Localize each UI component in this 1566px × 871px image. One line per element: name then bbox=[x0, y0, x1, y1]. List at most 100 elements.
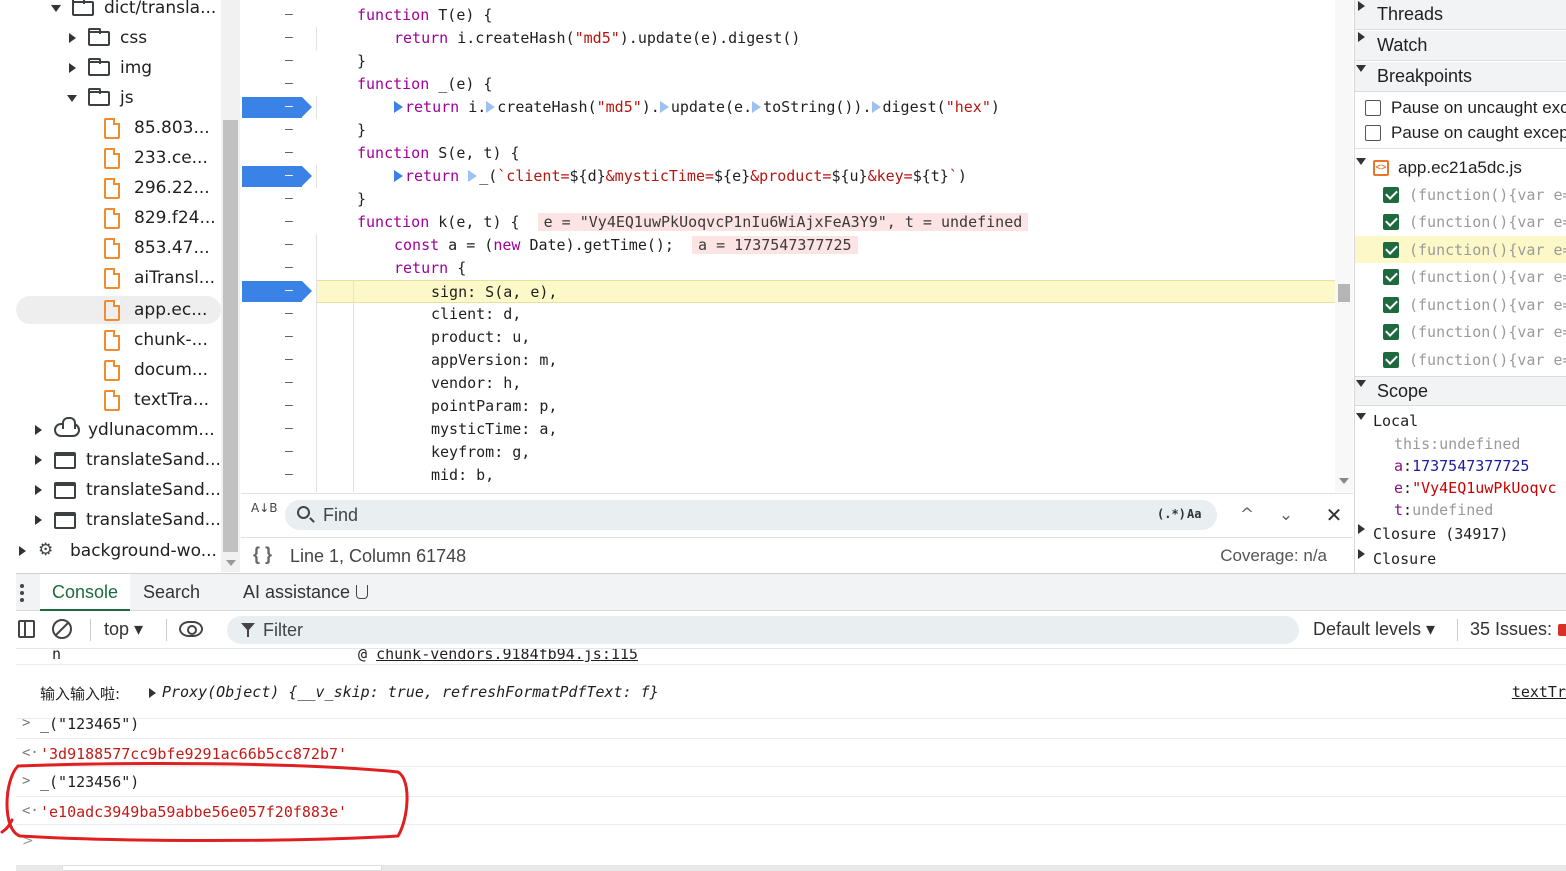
line-gutter[interactable]: – – – – – – – – – – – – – – – – – – – – – bbox=[241, 0, 317, 492]
inline-breakpoint-icon[interactable] bbox=[871, 101, 881, 113]
clear-console-icon[interactable] bbox=[52, 619, 72, 639]
gutter-line[interactable]: – bbox=[241, 165, 317, 188]
expand-arrow-icon[interactable] bbox=[66, 62, 78, 74]
breakpoint-checkbox[interactable] bbox=[1383, 186, 1399, 203]
code-line[interactable]: function k(e, t) { e = "Vy4EQ1uwPkUoqvcP… bbox=[316, 211, 1336, 234]
inline-breakpoint-icon[interactable] bbox=[486, 101, 496, 113]
breakpoint-checkbox[interactable] bbox=[1383, 351, 1399, 368]
gutter-line[interactable]: – bbox=[241, 27, 317, 50]
find-input[interactable] bbox=[323, 504, 1143, 526]
console-output[interactable]: n @ chunk-vendors.9184fb94.js:115 输入输入啦: Pr… bbox=[16, 649, 1566, 871]
pause-caught-checkbox[interactable] bbox=[1365, 125, 1381, 141]
file-tree-scroll-thumb[interactable] bbox=[223, 120, 238, 552]
more-tools-icon[interactable] bbox=[20, 584, 24, 605]
console-filter-input[interactable] bbox=[263, 619, 1263, 641]
scope-variable[interactable]: a: 1737547377725 bbox=[1355, 455, 1566, 477]
code-line[interactable]: } bbox=[316, 50, 1336, 73]
gutter-line[interactable]: – bbox=[241, 257, 317, 280]
code-line[interactable]: } bbox=[316, 119, 1336, 142]
tree-item-file[interactable]: 85.803... bbox=[16, 114, 221, 142]
find-previous-button[interactable]: ^ bbox=[1233, 502, 1261, 530]
code-line[interactable]: return _(`client=${d}&mysticTime=${e}&pr… bbox=[316, 165, 1336, 188]
tree-item-frame[interactable]: translateSand... bbox=[16, 476, 221, 504]
gutter-line[interactable]: – bbox=[241, 464, 317, 487]
console-scroll-thumb[interactable] bbox=[62, 865, 382, 871]
find-box[interactable]: (.*) Aa bbox=[285, 500, 1217, 530]
gutter-line[interactable]: – bbox=[241, 372, 317, 395]
breakpoint-checkbox[interactable] bbox=[1383, 324, 1399, 340]
console-message[interactable]: <·'e10adc3949ba59abbe56e057f20f883e' bbox=[16, 797, 1566, 825]
expand-arrow-icon[interactable] bbox=[66, 32, 78, 44]
gutter-line[interactable]: – bbox=[241, 280, 317, 303]
tree-item-folder[interactable]: dict/transla... bbox=[16, 0, 221, 22]
code-line[interactable]: function S(e, t) { bbox=[316, 142, 1336, 165]
breakpoint-checkbox[interactable] bbox=[1383, 296, 1399, 313]
code-line[interactable]: mid: b, bbox=[316, 464, 1336, 487]
tree-item-frame[interactable]: translateSand... bbox=[16, 446, 221, 474]
code-line[interactable]: return { bbox=[316, 257, 1336, 280]
expand-arrow-icon[interactable] bbox=[32, 484, 44, 496]
breakpoint-checkbox[interactable] bbox=[1383, 269, 1399, 285]
match-case-toggle[interactable]: Aa bbox=[1187, 507, 1201, 521]
expand-arrow-icon[interactable] bbox=[32, 424, 44, 436]
scroll-down-arrow-icon[interactable] bbox=[226, 560, 236, 566]
console-horizontal-scrollbar[interactable] bbox=[16, 865, 1566, 871]
gutter-line[interactable]: – bbox=[241, 96, 317, 119]
console-object-preview[interactable]: Proxy(Object) {__v_skip: true, refreshFo… bbox=[162, 683, 659, 701]
breakpoint-checkbox[interactable] bbox=[1383, 214, 1399, 230]
scope-closure-row[interactable]: Closure bbox=[1355, 548, 1566, 570]
live-expression-eye-icon[interactable] bbox=[179, 621, 203, 637]
scope-local-header[interactable]: Local bbox=[1355, 410, 1566, 432]
find-close-button[interactable]: ✕ bbox=[1320, 502, 1348, 530]
breakpoint-entry[interactable]: (function(){var e= bbox=[1355, 291, 1566, 318]
log-levels-dropdown[interactable]: Default levels ▾ bbox=[1313, 619, 1435, 640]
code-line[interactable]: } bbox=[316, 188, 1336, 211]
code-line[interactable]: vendor: h, bbox=[316, 372, 1336, 395]
code-line[interactable]: function T(e) { bbox=[316, 4, 1336, 27]
threads-section-header[interactable]: Threads bbox=[1355, 0, 1566, 30]
stack-frame-link[interactable]: chunk-vendors.9184fb94.js:115 bbox=[376, 649, 638, 663]
code-line[interactable]: appVersion: m, bbox=[316, 349, 1336, 372]
tree-item-file[interactable]: docum... bbox=[16, 356, 221, 384]
collapse-arrow-icon[interactable] bbox=[50, 2, 62, 14]
gutter-line[interactable]: – bbox=[241, 50, 317, 73]
gutter-line[interactable]: – bbox=[241, 234, 317, 257]
pause-uncaught-checkbox[interactable] bbox=[1365, 100, 1381, 116]
tab-ai-assistance[interactable]: AI assistance bbox=[231, 574, 380, 611]
gutter-line[interactable]: – bbox=[241, 73, 317, 96]
pause-uncaught-option[interactable]: Pause on uncaught exc bbox=[1355, 95, 1566, 121]
breakpoint-file-row[interactable]: <> app.ec21a5dc.js bbox=[1355, 155, 1566, 181]
watch-section-header[interactable]: Watch bbox=[1355, 31, 1566, 61]
breakpoint-marker[interactable]: – bbox=[242, 166, 312, 187]
gutter-line[interactable]: – bbox=[241, 142, 317, 165]
inline-breakpoint-icon[interactable] bbox=[659, 101, 669, 113]
tree-item-file[interactable]: aiTransl... bbox=[16, 264, 221, 292]
context-selector[interactable]: top ▾ bbox=[104, 619, 143, 640]
code-line[interactable]: pointParam: p, bbox=[316, 395, 1336, 418]
code-editor[interactable]: – – – – – – – – – – – – – – – – – – – – – function T(e) { ret… bbox=[241, 0, 1353, 492]
console-source-link[interactable]: textTr bbox=[1512, 683, 1566, 701]
regex-toggle[interactable]: (.*) bbox=[1157, 507, 1186, 521]
code-line[interactable]: function _(e) { bbox=[316, 73, 1336, 96]
coverage-status[interactable]: Coverage: n/a bbox=[1220, 546, 1327, 566]
scope-variable[interactable]: t: undefined bbox=[1355, 499, 1566, 521]
tree-item-folder[interactable]: img bbox=[16, 54, 221, 82]
collapse-arrow-icon[interactable] bbox=[66, 92, 78, 104]
inline-breakpoint-icon[interactable] bbox=[394, 170, 403, 182]
pretty-print-icon[interactable]: { } bbox=[253, 544, 272, 565]
tree-item-file[interactable]: chunk-... bbox=[16, 326, 221, 354]
console-message[interactable]: > _("123456") bbox=[16, 767, 1566, 797]
tree-item-file[interactable]: app.ec... bbox=[16, 296, 221, 324]
gutter-line[interactable]: – bbox=[241, 211, 317, 234]
scope-section-header[interactable]: Scope bbox=[1355, 376, 1566, 406]
tree-item-folder[interactable]: js bbox=[16, 84, 221, 112]
tab-search[interactable]: Search bbox=[131, 574, 212, 611]
replace-toggle-icon[interactable]: A↓B bbox=[251, 502, 278, 514]
inline-breakpoint-icon[interactable] bbox=[752, 101, 762, 113]
inline-breakpoint-icon[interactable] bbox=[468, 170, 478, 182]
gutter-line[interactable]: – bbox=[241, 326, 317, 349]
file-tree-scrollbar[interactable] bbox=[221, 0, 240, 572]
editor-scrollbar[interactable] bbox=[1335, 0, 1353, 492]
code-line[interactable]: return i. createHash("md5"). update(e. toSt… bbox=[316, 96, 1336, 119]
breakpoint-entry[interactable]: (function(){var e= bbox=[1355, 346, 1566, 373]
